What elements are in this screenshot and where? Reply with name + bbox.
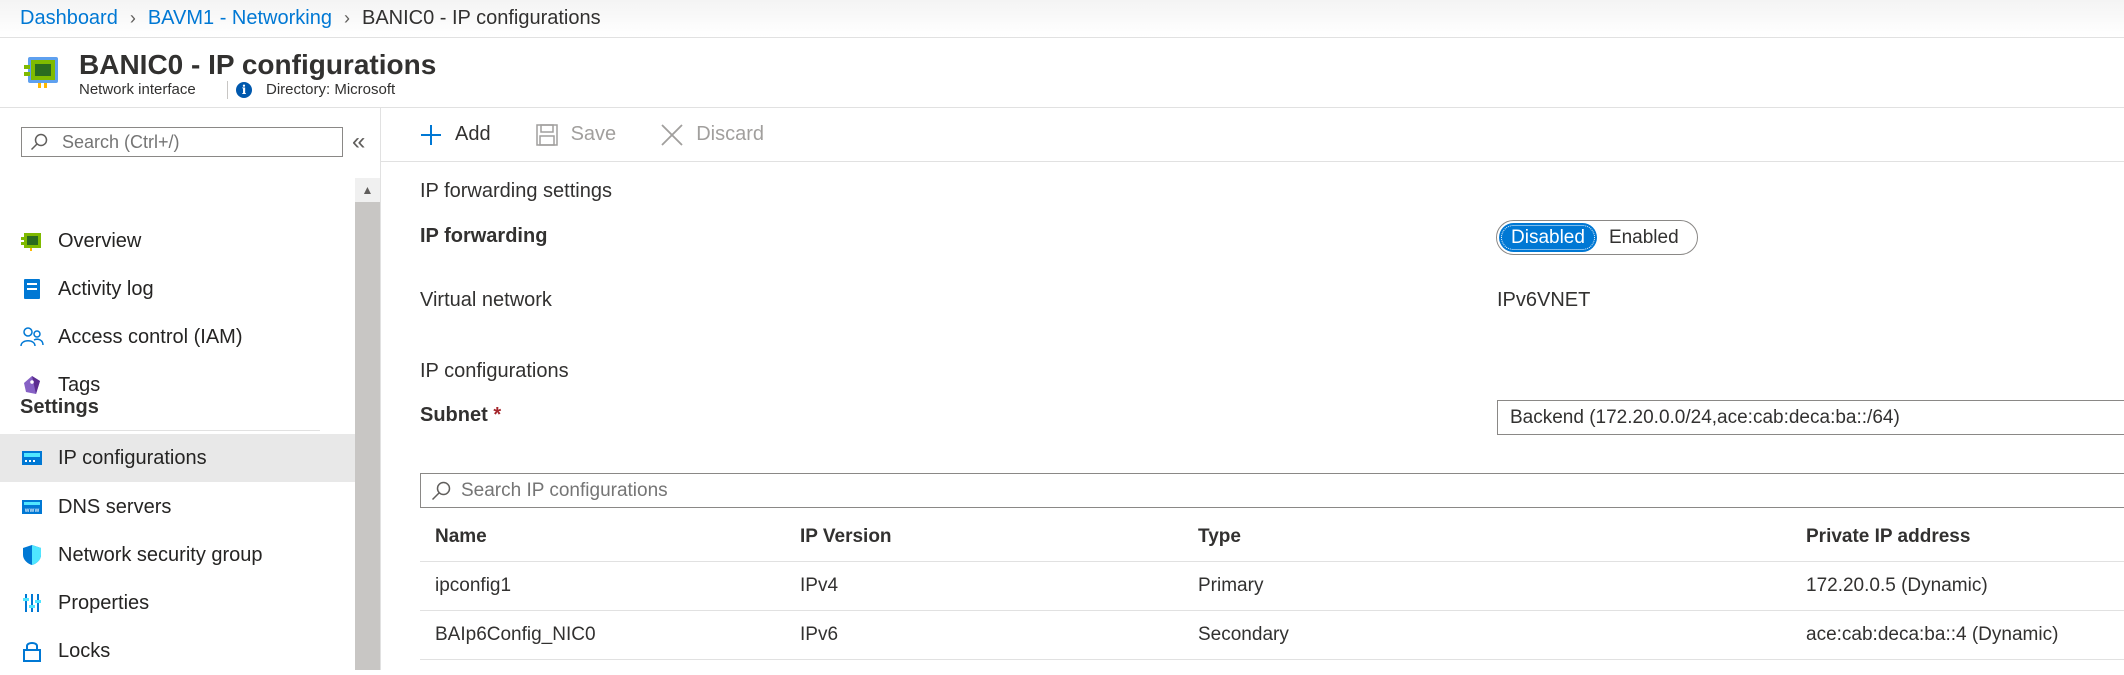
chevron-right-icon: › <box>343 8 350 28</box>
ip-forwarding-label: IP forwarding <box>420 225 548 247</box>
blade-header: BANIC0 - IP configurations Network inter… <box>0 39 2124 108</box>
sidebar-item-label: Properties <box>58 591 150 614</box>
info-icon[interactable]: i <box>236 82 252 98</box>
sidebar-item-overview[interactable]: Overview <box>0 219 355 263</box>
subnet-label: Subnet * <box>420 404 501 427</box>
sidebar-item-label: Overview <box>58 229 142 252</box>
column-header-private-ip[interactable]: Private IP address <box>1806 513 1970 561</box>
network-interface-icon <box>24 57 58 88</box>
ip-configurations-section-heading: IP configurations <box>420 360 569 382</box>
scroll-up-icon[interactable]: ▲ <box>355 178 380 202</box>
sidebar-item-access-control[interactable]: Access control (IAM) <box>0 315 355 359</box>
ip-config-icon <box>20 446 44 470</box>
cell-name: ipconfig1 <box>435 575 512 596</box>
add-button[interactable]: Add <box>419 123 491 147</box>
collapse-sidebar-icon[interactable]: « <box>352 128 365 156</box>
chevron-right-icon: › <box>129 8 136 28</box>
sidebar-search[interactable] <box>21 127 343 157</box>
virtual-network-link[interactable]: IPv6VNET <box>1497 289 1590 312</box>
network-interface-icon <box>20 229 44 253</box>
sidebar-item-label: IP configurations <box>58 446 207 469</box>
sidebar-item-label: Network security group <box>58 543 263 566</box>
save-button[interactable]: Save <box>535 123 617 147</box>
add-button-label: Add <box>455 123 491 145</box>
column-header-type[interactable]: Type <box>1198 513 1241 561</box>
cell-private-ip: 172.20.0.5 (Dynamic) <box>1806 575 1988 596</box>
sidebar: « Overview Activity log Access control (… <box>0 108 381 670</box>
save-icon <box>535 123 558 146</box>
divider <box>227 81 228 99</box>
command-bar: Add Save Discard <box>381 108 2124 162</box>
sidebar-item-label: DNS servers <box>58 495 172 518</box>
sidebar-item-locks[interactable]: Locks <box>0 627 355 675</box>
discard-button-label: Discard <box>696 123 764 145</box>
directory-label: Directory: Microsoft <box>266 81 396 98</box>
sidebar-item-label: Locks <box>58 639 111 662</box>
properties-icon <box>20 591 44 615</box>
sidebar-scrollbar[interactable] <box>355 178 380 670</box>
ip-config-search[interactable] <box>420 473 2124 508</box>
cell-private-ip: ace:cab:deca:ba::4 (Dynamic) <box>1806 624 2059 645</box>
table-row[interactable]: ipconfig1 IPv4 Primary 172.20.0.5 (Dynam… <box>420 562 2124 611</box>
tag-icon <box>20 373 44 397</box>
lock-icon <box>20 639 44 663</box>
search-icon <box>30 133 48 151</box>
cell-type: Primary <box>1198 575 1264 596</box>
sidebar-item-label: Access control (IAM) <box>58 325 243 348</box>
cell-ip-version: IPv6 <box>800 624 839 645</box>
plus-icon <box>421 124 441 145</box>
search-icon <box>431 481 451 500</box>
sidebar-item-ip-configurations[interactable]: IP configurations <box>0 434 355 482</box>
required-asterisk: * <box>493 404 502 426</box>
sidebar-item-activity-log[interactable]: Activity log <box>0 267 355 311</box>
toggle-option-enabled[interactable]: Enabled <box>1597 223 1691 252</box>
cell-ip-version: IPv4 <box>800 575 839 596</box>
ip-config-search-input[interactable] <box>459 478 2063 503</box>
sidebar-item-dns-servers[interactable]: www DNS servers <box>0 483 355 531</box>
breadcrumb-networking-link[interactable]: BAVM1 - Networking <box>148 7 332 30</box>
column-header-ip-version[interactable]: IP Version <box>800 513 892 561</box>
sidebar-item-label: Activity log <box>58 277 154 300</box>
page-title: BANIC0 - IP configurations <box>79 49 437 80</box>
cell-type: Secondary <box>1198 624 1289 645</box>
discard-button[interactable]: Discard <box>660 123 764 147</box>
sidebar-item-properties[interactable]: Properties <box>0 579 355 627</box>
table-row[interactable]: BAIp6Config_NIC0 IPv6 Secondary ace:cab:… <box>420 611 2124 660</box>
subnet-label-text: Subnet <box>420 404 488 426</box>
ip-forwarding-toggle[interactable]: Disabled Enabled <box>1496 220 1698 255</box>
sidebar-search-input[interactable] <box>60 130 324 154</box>
ip-forwarding-section-heading: IP forwarding settings <box>420 180 612 202</box>
sidebar-item-network-security-group[interactable]: Network security group <box>0 531 355 579</box>
cell-name: BAIp6Config_NIC0 <box>435 624 596 645</box>
shield-icon <box>20 543 44 567</box>
breadcrumb-current: BANIC0 - IP configurations <box>361 7 601 29</box>
close-icon <box>661 123 683 146</box>
divider <box>20 430 320 431</box>
breadcrumb: Dashboard › BAVM1 - Networking › BANIC0 … <box>0 0 2124 38</box>
column-header-name[interactable]: Name <box>435 513 487 561</box>
dns-icon: www <box>20 495 44 519</box>
toggle-option-disabled[interactable]: Disabled <box>1499 223 1597 252</box>
sidebar-item-label: Tags <box>58 373 101 396</box>
activity-log-icon <box>20 277 44 301</box>
save-button-label: Save <box>570 123 617 145</box>
subnet-dropdown[interactable]: Backend (172.20.0.0/24,ace:cab:deca:ba::… <box>1497 400 2124 435</box>
svg-text:www: www <box>25 507 40 514</box>
people-icon <box>20 325 44 349</box>
settings-section-heading: Settings <box>20 396 99 418</box>
ip-config-table: Name IP Version Type Private IP address … <box>420 513 2124 660</box>
virtual-network-label: Virtual network <box>420 289 552 311</box>
breadcrumb-dashboard-link[interactable]: Dashboard <box>20 7 118 30</box>
table-header-row: Name IP Version Type Private IP address <box>420 513 2124 562</box>
resource-type-label: Network interface <box>79 81 196 98</box>
